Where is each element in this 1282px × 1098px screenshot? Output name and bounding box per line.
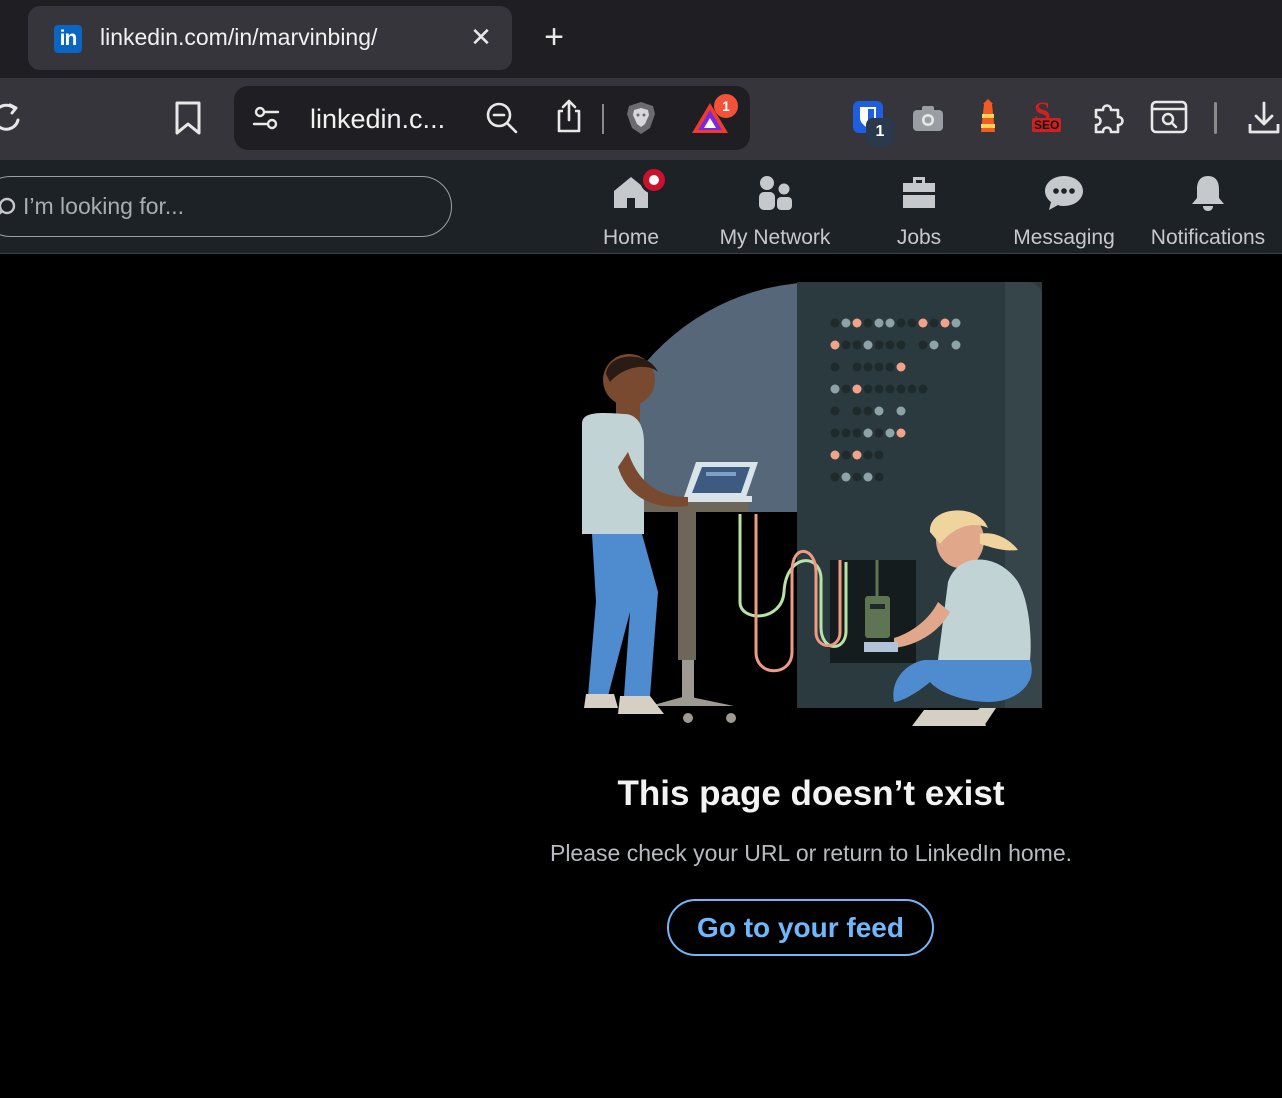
error-title: This page doesn’t exist bbox=[617, 774, 1005, 813]
search-bar[interactable]: I’m looking for... bbox=[0, 176, 452, 237]
nav-jobs[interactable]: Jobs bbox=[874, 172, 964, 252]
jobs-icon bbox=[903, 177, 935, 208]
omnibox-divider bbox=[602, 104, 604, 134]
zoom-out-icon[interactable] bbox=[486, 102, 518, 134]
nav-messaging-label: Messaging bbox=[1013, 226, 1115, 249]
new-tab-button[interactable]: + bbox=[536, 20, 572, 56]
nav-my-network-label: My Network bbox=[719, 226, 831, 249]
tab-close-icon[interactable]: ✕ bbox=[464, 20, 498, 54]
tab-search-icon[interactable] bbox=[1150, 100, 1188, 134]
nav-notifications[interactable]: Notifications bbox=[1142, 172, 1274, 252]
tab-strip: in linkedin.com/in/marvinbing/ ✕ + bbox=[0, 0, 1282, 78]
notifications-icon bbox=[1192, 176, 1224, 211]
nav-home-label: Home bbox=[602, 226, 660, 249]
nav-messaging[interactable]: Messaging bbox=[1004, 172, 1124, 252]
nav-notifications-label: Notifications bbox=[1150, 226, 1266, 249]
downloads-icon[interactable] bbox=[1246, 100, 1282, 136]
screenshot-camera-icon[interactable] bbox=[912, 104, 944, 132]
brave-shields-icon[interactable] bbox=[624, 100, 658, 136]
linkedin-global-nav: I’m looking for... Home My Network Jobs bbox=[0, 160, 1282, 254]
browser-tab[interactable]: in linkedin.com/in/marvinbing/ ✕ bbox=[28, 6, 512, 70]
my-network-icon bbox=[759, 176, 792, 210]
page-not-found-illustration bbox=[582, 282, 1042, 726]
error-subtitle: Please check your URL or return to Linke… bbox=[549, 840, 1073, 866]
go-to-feed-button[interactable]: Go to your feed bbox=[667, 899, 934, 956]
site-settings-icon[interactable] bbox=[252, 104, 280, 132]
messaging-icon bbox=[1045, 176, 1083, 210]
extensions-puzzle-icon[interactable] bbox=[1090, 98, 1128, 136]
browser-toolbar: linkedin.c... 1 1 S SEO bbox=[0, 78, 1282, 160]
address-bar[interactable]: linkedin.c... 1 bbox=[234, 86, 750, 150]
search-icon bbox=[0, 197, 16, 215]
home-notification-dot bbox=[640, 166, 668, 194]
nav-my-network[interactable]: My Network bbox=[710, 172, 840, 252]
reload-icon[interactable] bbox=[0, 100, 26, 134]
nav-jobs-label: Jobs bbox=[896, 226, 942, 249]
lighthouse-icon[interactable] bbox=[974, 98, 1002, 134]
bitwarden-badge: 1 bbox=[866, 118, 894, 146]
linkedin-favicon-icon: in bbox=[54, 25, 82, 53]
bookmark-icon[interactable] bbox=[172, 100, 204, 136]
seo-label: SEO bbox=[1032, 118, 1062, 132]
share-icon[interactable] bbox=[554, 98, 584, 134]
search-input[interactable]: I’m looking for... bbox=[23, 193, 184, 220]
rewards-badge: 1 bbox=[714, 94, 738, 118]
url-text[interactable]: linkedin.c... bbox=[310, 104, 445, 135]
seo-extension-icon[interactable]: S SEO bbox=[1030, 96, 1064, 134]
toolbar-divider bbox=[1214, 102, 1217, 134]
nav-home[interactable]: Home bbox=[586, 166, 676, 252]
tab-title: linkedin.com/in/marvinbing/ bbox=[100, 24, 378, 50]
